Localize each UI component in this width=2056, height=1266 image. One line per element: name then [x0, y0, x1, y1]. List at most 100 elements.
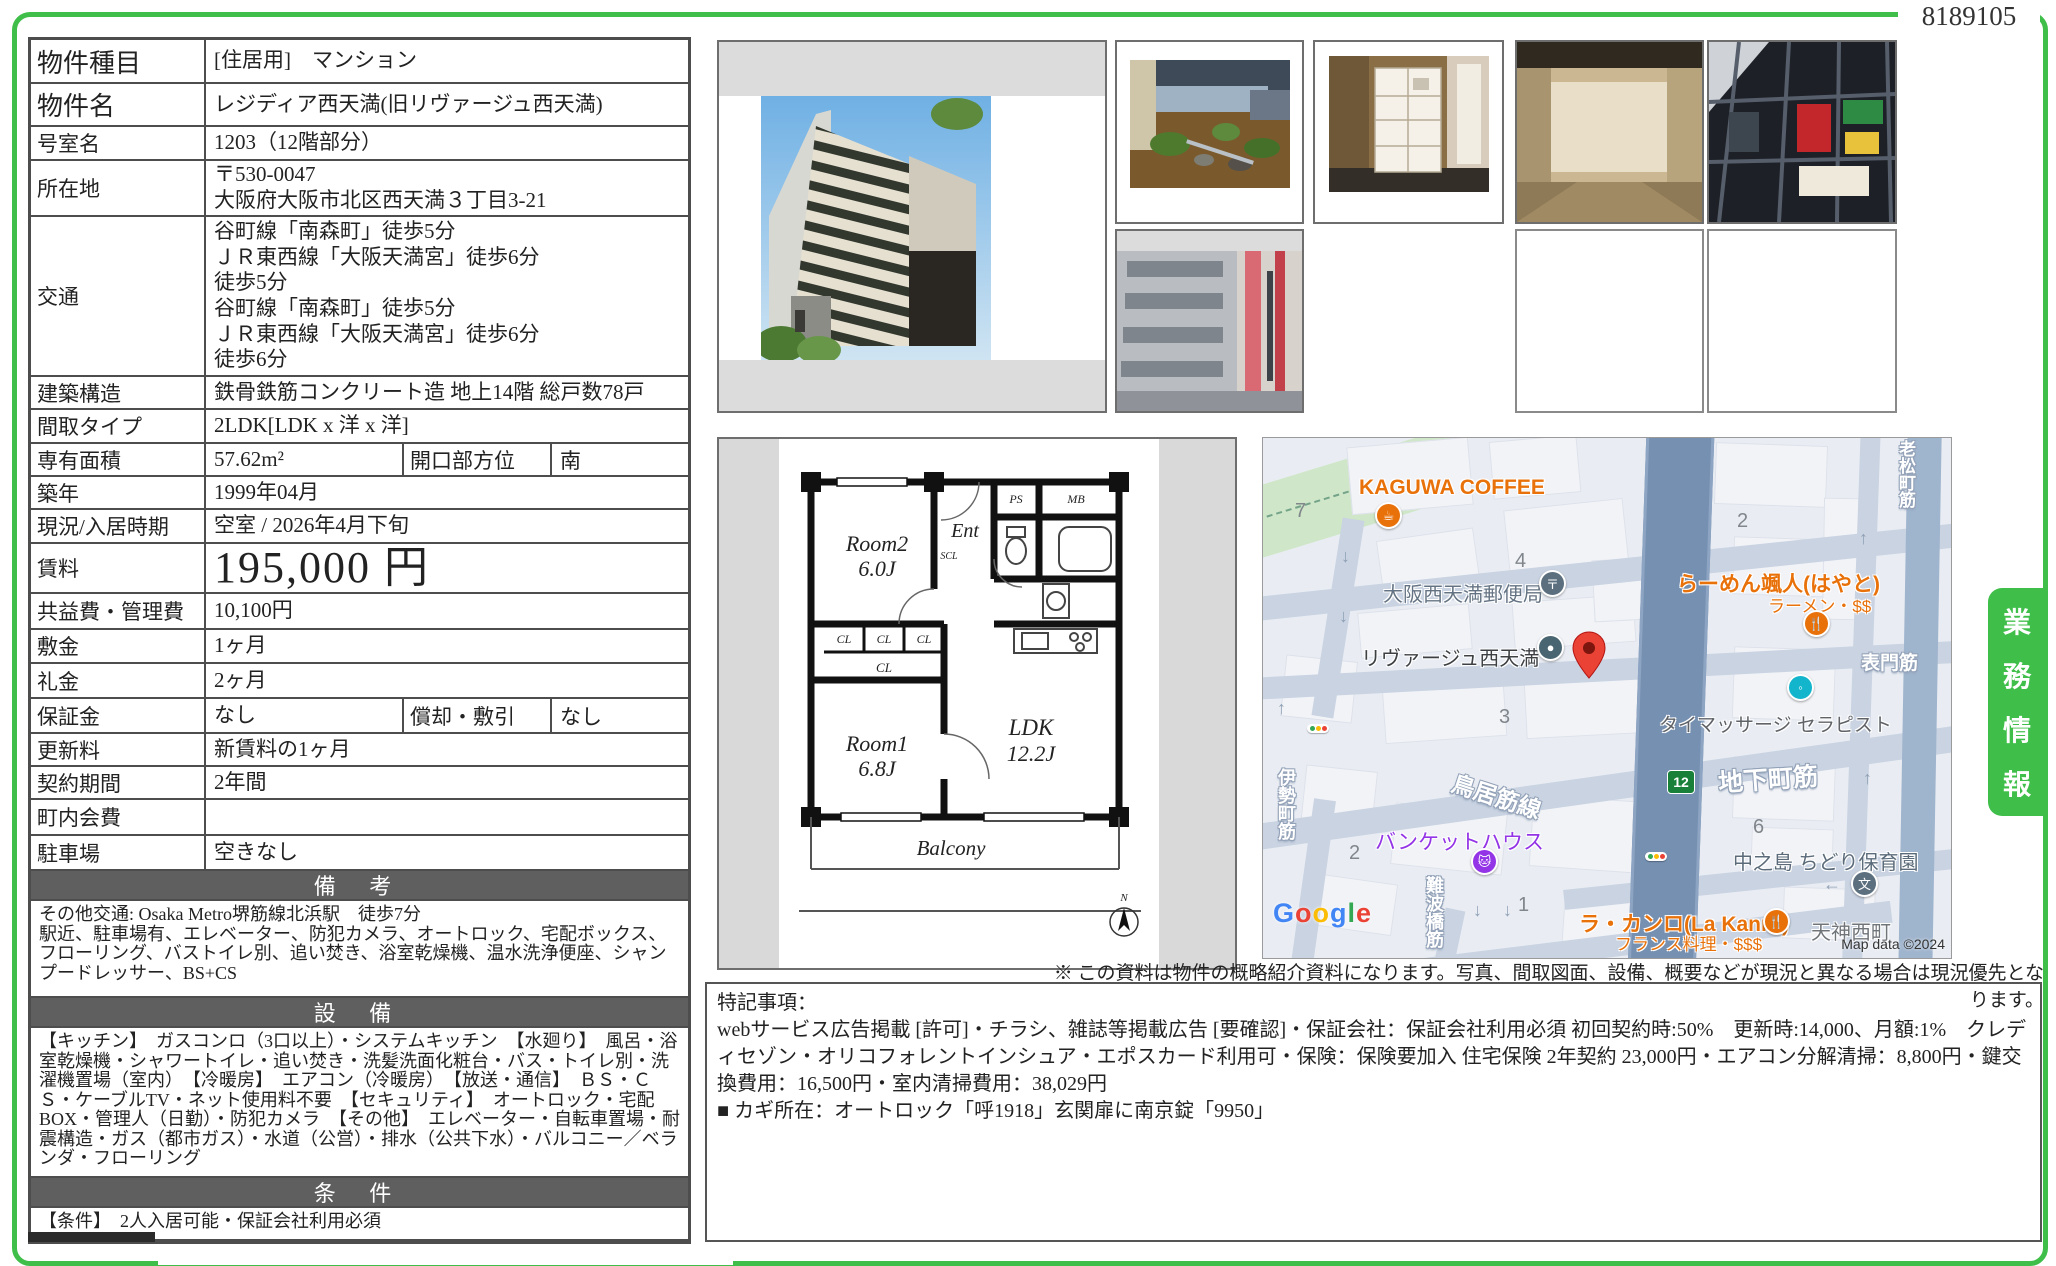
photo-courtyard-garden	[1115, 40, 1304, 224]
map-poi-label: フランス料理・$$$	[1615, 930, 1762, 955]
business-info-tab-char: 報	[2003, 763, 2031, 803]
map-poi-label: 大阪西天満郵便局	[1383, 578, 1543, 607]
garden-photo-art	[1130, 60, 1290, 188]
plan-room-label: MB	[1066, 492, 1085, 506]
map-road-label: 難波橋筋	[1421, 876, 1447, 948]
row-label: 所在地	[31, 161, 206, 215]
traffic-light-icon	[1307, 724, 1329, 733]
row-label: 契約期間	[31, 767, 206, 798]
google-logo: Google	[1273, 898, 1372, 929]
property-table: 物件種目[住居用] マンション物件名レジディア西天満(旧リヴァージュ西天満)号室…	[28, 37, 691, 1244]
row-label: 町内会費	[31, 800, 206, 834]
table-row: 町内会費	[31, 800, 688, 836]
special-notes-key-line: ■ カギ所在：オートロック「呼1918」玄関扉に南京錠「9950」	[717, 1098, 2030, 1125]
table-row: 物件種目[住居用] マンション	[31, 40, 688, 84]
plan-room-label: Ent	[950, 520, 979, 542]
spa-icon: ◦	[1787, 674, 1814, 701]
coffee-icon: ☕	[1375, 502, 1402, 529]
plan-letterbox	[1159, 439, 1235, 968]
row-value: 2ヶ月	[206, 664, 688, 697]
table-row: 物件名レジディア西天満(旧リヴァージュ西天満)	[31, 84, 688, 127]
map-poi-label: KAGUWA COFFEE	[1359, 476, 1545, 500]
post-office-icon: 〒	[1539, 570, 1566, 597]
row-label: 交通	[31, 217, 206, 375]
row-value: レジディア西天満(旧リヴァージュ西天満)	[206, 84, 688, 125]
business-info-tab-char: 業	[2003, 601, 2031, 641]
row-value: 〒530-0047 大阪府大阪市北区西天満３丁目3-21	[206, 161, 688, 215]
plan-room-label: LDK	[1008, 715, 1055, 740]
row-label: 物件名	[31, 84, 206, 125]
map-road-label: 地下町筋	[1717, 757, 1819, 800]
table-row: 築年1999年04月	[31, 477, 688, 510]
row-value: [住居用] マンション	[206, 40, 688, 82]
row-label: 共益費・管理費	[31, 594, 206, 628]
row-value: 1999年04月	[206, 477, 688, 508]
map-block-number: 7	[1295, 500, 1306, 523]
map-poi-label: バンケットハウス	[1375, 826, 1544, 856]
photo-placeholder-empty	[1707, 229, 1897, 413]
row-value: 57.62m²	[206, 444, 402, 475]
table-row: 専有面積57.62m²開口部方位南	[31, 444, 688, 477]
row-label: 保証金	[31, 699, 206, 732]
property-location-pin	[1571, 630, 1607, 680]
row-sublabel: 償却・敷引	[402, 699, 552, 732]
row-value: なし	[206, 699, 402, 732]
row-label: 専有面積	[31, 444, 206, 475]
map-poi-label: リヴァージュ西天満	[1361, 642, 1539, 671]
row-label: 礼金	[31, 664, 206, 697]
poi-dot-icon: ●	[1537, 634, 1564, 661]
row-value: 谷町線「南森町」徒歩5分 ＪＲ東西線「大阪天満宮」徒歩6分 徒歩5分 谷町線「南…	[206, 217, 688, 375]
cat-cafe-icon: 🐱	[1471, 848, 1498, 875]
row-label: 建築構造	[31, 377, 206, 408]
locker-photo-art	[1329, 56, 1489, 192]
section-content: その他交通: Osaka Metro堺筋線北浜駅 徒歩7分 駅近、駐車場有、エレ…	[31, 901, 688, 998]
map-block-number: 6	[1753, 816, 1764, 839]
oneway-arrow-icon: ↓	[1341, 546, 1350, 567]
section-header: 設 備	[31, 998, 688, 1028]
document-number: 8189105	[1898, 2, 2040, 30]
redaction-bar	[28, 1232, 155, 1242]
plan-room-label: SCL	[940, 551, 958, 562]
border-gap	[158, 1245, 733, 1265]
row-label: 更新料	[31, 734, 206, 765]
row-label: 現況/入居時期	[31, 510, 206, 542]
map-block-number: 1	[1518, 894, 1529, 917]
table-row: 共益費・管理費10,100円	[31, 594, 688, 630]
row-label: 敷金	[31, 630, 206, 662]
special-notes-box: 特記事項： webサービス広告掲載 [許可]・チラシ、雑誌等掲載広告 [要確認]…	[705, 982, 2042, 1242]
table-row: 交通谷町線「南森町」徒歩5分 ＪＲ東西線「大阪天満宮」徒歩6分 徒歩5分 谷町線…	[31, 217, 688, 377]
plan-room-label: 6.0J	[858, 556, 897, 581]
photo-building-exterior	[717, 40, 1107, 413]
table-row: 駐車場空きなし	[31, 836, 688, 871]
row-value: 2LDK[LDK x 洋 x 洋]	[206, 410, 688, 442]
route-shield-badge: 12	[1667, 770, 1695, 794]
plan-room-label: 6.8J	[858, 756, 897, 781]
table-row: 所在地〒530-0047 大阪府大阪市北区西天満３丁目3-21	[31, 161, 688, 217]
oneway-arrow-icon: ←	[1823, 874, 1841, 895]
map-river	[1898, 437, 1942, 959]
row-value: 2年間	[206, 767, 688, 798]
table-row: 契約期間2年間	[31, 767, 688, 800]
plan-room-label: 12.2J	[1007, 741, 1057, 766]
section-content: 【キッチン】 ガスコンロ（3口以上）・システムキッチン 【水廻り】 風呂・浴室乾…	[31, 1028, 688, 1178]
photo-storefront	[1707, 40, 1897, 224]
plan-room-label: Balcony	[917, 836, 986, 860]
row-value: 空室 / 2026年4月下旬	[206, 510, 688, 542]
business-info-tab[interactable]: 業務情報	[1988, 588, 2046, 816]
map-block-number: 4	[1515, 550, 1526, 573]
plan-room-label: PS	[1008, 492, 1022, 506]
photo-letterbox	[719, 360, 1105, 413]
map-poi-label: 中之島 ちどり保育園	[1733, 846, 1919, 875]
section-header: 備 考	[31, 871, 688, 901]
row-value: 10,100円	[206, 594, 688, 628]
table-row: 号室名1203（12階部分）	[31, 127, 688, 161]
special-notes-title: 特記事項：	[717, 990, 2030, 1017]
row-label: 賃料	[31, 544, 206, 592]
photo-letterbox	[719, 42, 1105, 96]
map-building	[1714, 442, 1828, 508]
map-road-label: 表門筋	[1861, 648, 1918, 675]
plan-room-label: Room1	[845, 731, 908, 756]
lobby-photo-art	[1517, 42, 1702, 222]
map-attribution: Map data ©2024	[1841, 936, 1945, 952]
special-notes-body: webサービス広告掲載 [許可]・チラシ、雑誌等掲載広告 [要確認]・保証会社：…	[717, 1017, 2030, 1098]
